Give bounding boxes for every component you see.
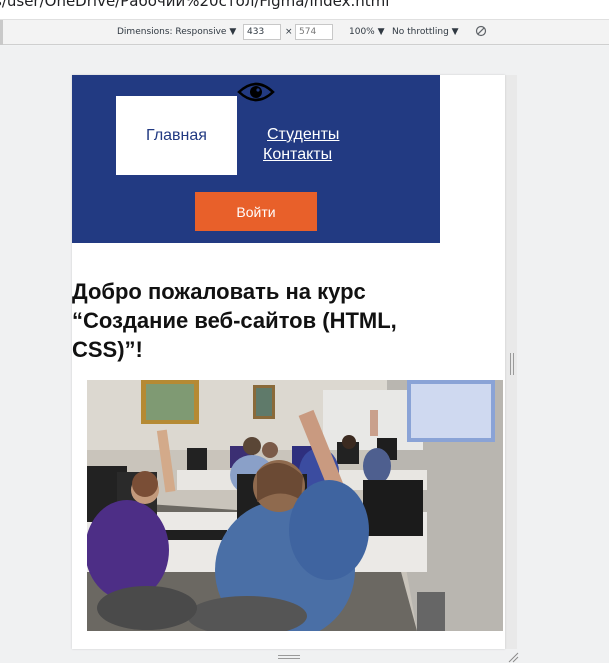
dimensions-dropdown[interactable]: Dimensions: Responsive ▼ [117, 27, 236, 37]
classroom-photo [87, 380, 503, 631]
eye-icon[interactable] [237, 80, 275, 104]
login-button[interactable]: Войти [195, 192, 317, 231]
address-text[interactable]: s/user/OneDrive/Рабочий%20стол/Figma/ind… [0, 0, 389, 10]
times-symbol: × [285, 27, 293, 37]
address-bar[interactable]: s/user/OneDrive/Рабочий%20стол/Figma/ind… [0, 0, 609, 20]
zoom-dropdown[interactable]: 100% ▼ [349, 27, 385, 37]
throttling-dropdown[interactable]: No throttling ▼ [392, 27, 459, 37]
nav-home-link[interactable]: Главная [116, 96, 237, 175]
resize-handle-bottom[interactable] [278, 655, 300, 659]
resize-corner-icon[interactable] [507, 650, 519, 663]
page-title: Добро пожаловать на курс “Создание веб-с… [72, 279, 397, 362]
width-input[interactable]: 433 [243, 24, 281, 40]
resize-handle-right[interactable] [510, 353, 514, 375]
height-input[interactable]: 574 [295, 24, 333, 40]
rotate-icon[interactable] [475, 25, 487, 40]
nav-contacts-link[interactable]: Контакты [263, 146, 332, 164]
device-toolbar: Dimensions: Responsive ▼ 433 × 574 100% … [0, 20, 609, 45]
nav-students-link[interactable]: Студенты [267, 126, 339, 144]
device-viewport: Главная Студенты Контакты Войти Добро по… [72, 75, 505, 649]
toolbar-edge [0, 20, 3, 45]
site-header: Главная Студенты Контакты Войти [72, 75, 440, 243]
